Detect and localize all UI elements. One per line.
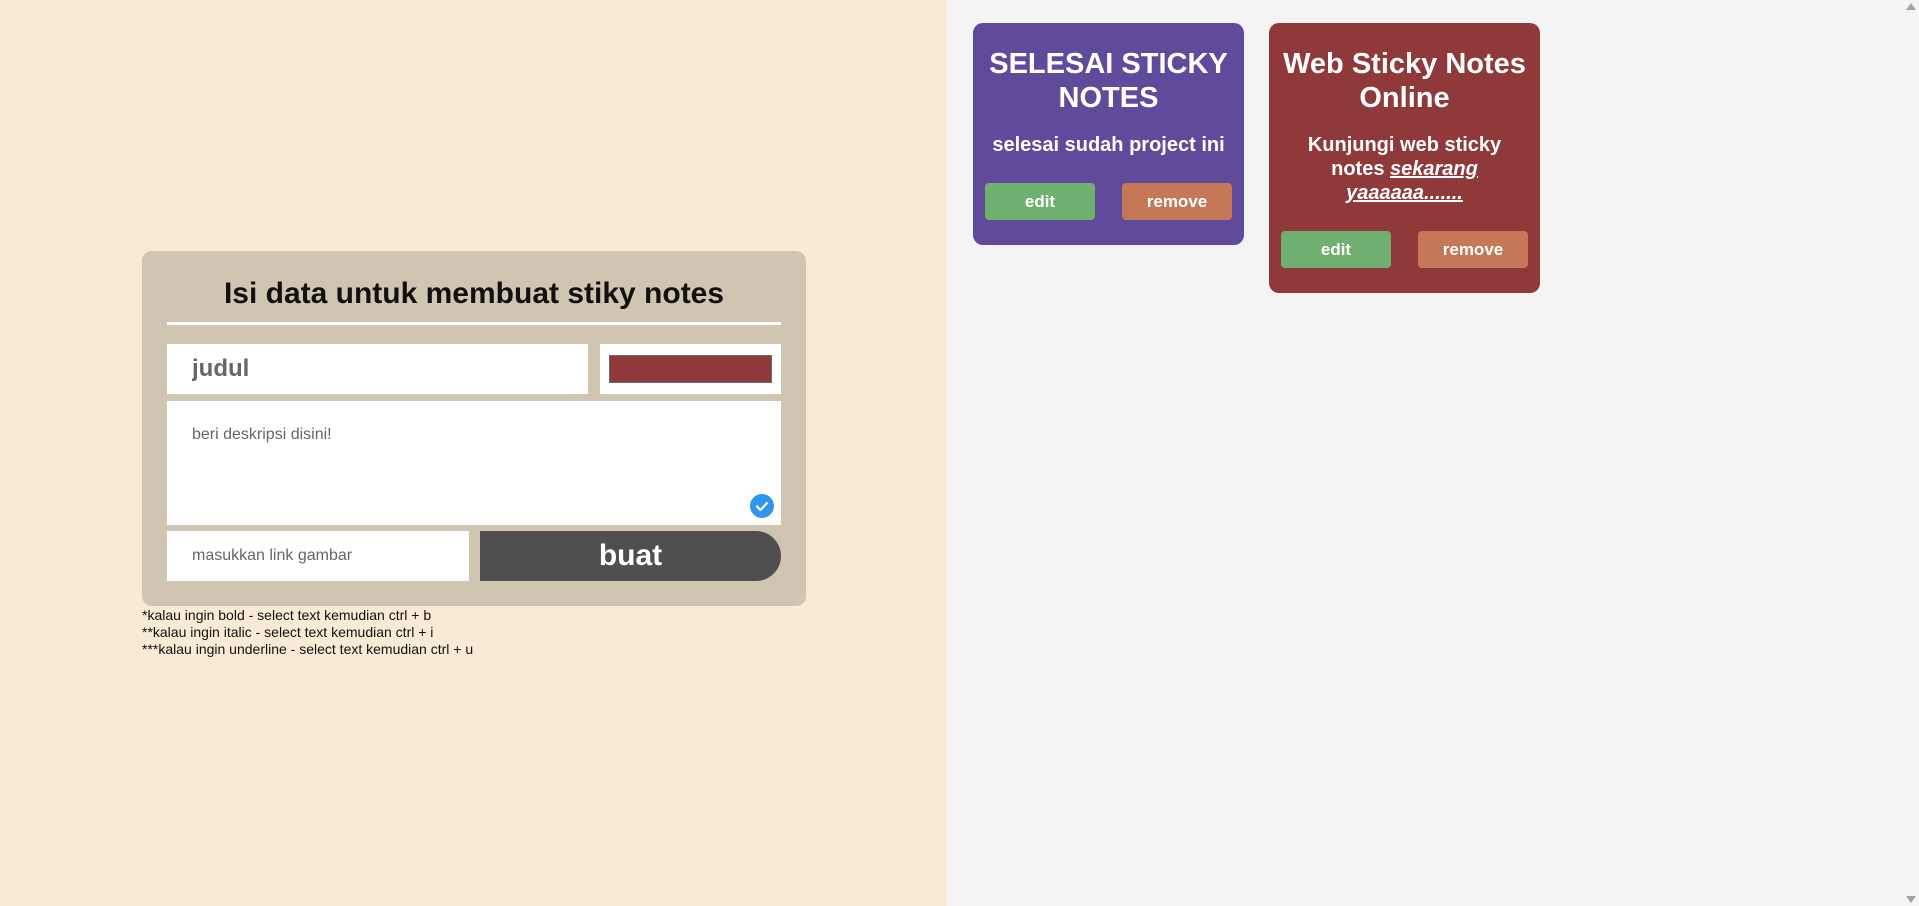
edit-button[interactable]: edit — [1281, 231, 1391, 268]
note-actions: edit remove — [1281, 231, 1528, 268]
color-swatch[interactable] — [609, 355, 772, 383]
form-panel: Isi data untuk membuat stiky notes beri … — [0, 0, 947, 906]
edit-button[interactable]: edit — [985, 183, 1095, 220]
formatting-hints: *kalau ingin bold - select text kemudian… — [142, 607, 473, 658]
scroll-down-icon[interactable] — [1906, 896, 1916, 903]
note-description: Kunjungi web sticky notes sekarang yaaaa… — [1281, 133, 1528, 205]
color-picker[interactable] — [600, 344, 781, 394]
scroll-up-icon[interactable] — [1906, 3, 1916, 10]
note-actions: edit remove — [985, 183, 1232, 220]
check-icon — [750, 494, 774, 518]
note-form: Isi data untuk membuat stiky notes beri … — [142, 251, 806, 606]
hint-italic: **kalau ingin italic - select text kemud… — [142, 624, 434, 640]
hint-bold: *kalau ingin bold - select text kemudian… — [142, 607, 432, 623]
remove-button[interactable]: remove — [1122, 183, 1232, 220]
description-placeholder: beri deskripsi disini! — [192, 426, 332, 443]
image-link-input[interactable] — [167, 531, 469, 581]
note-title: SELESAI STICKY NOTES — [989, 48, 1228, 114]
remove-button[interactable]: remove — [1418, 231, 1528, 268]
vertical-scrollbar[interactable] — [1902, 0, 1919, 906]
description-field[interactable]: beri deskripsi disini! — [167, 401, 781, 525]
title-divider — [167, 322, 781, 325]
sticky-note: SELESAI STICKY NOTES selesai sudah proje… — [973, 23, 1244, 245]
sticky-note: Web Sticky Notes Online Kunjungi web sti… — [1269, 23, 1540, 293]
hint-underline: ***kalau ingin underline - select text k… — [142, 641, 474, 657]
note-description: selesai sudah project ini — [992, 134, 1225, 156]
form-title: Isi data untuk membuat stiky notes — [223, 277, 725, 310]
create-button[interactable]: buat — [480, 531, 781, 581]
note-title: Web Sticky Notes Online — [1283, 48, 1526, 114]
title-input[interactable] — [167, 344, 588, 394]
